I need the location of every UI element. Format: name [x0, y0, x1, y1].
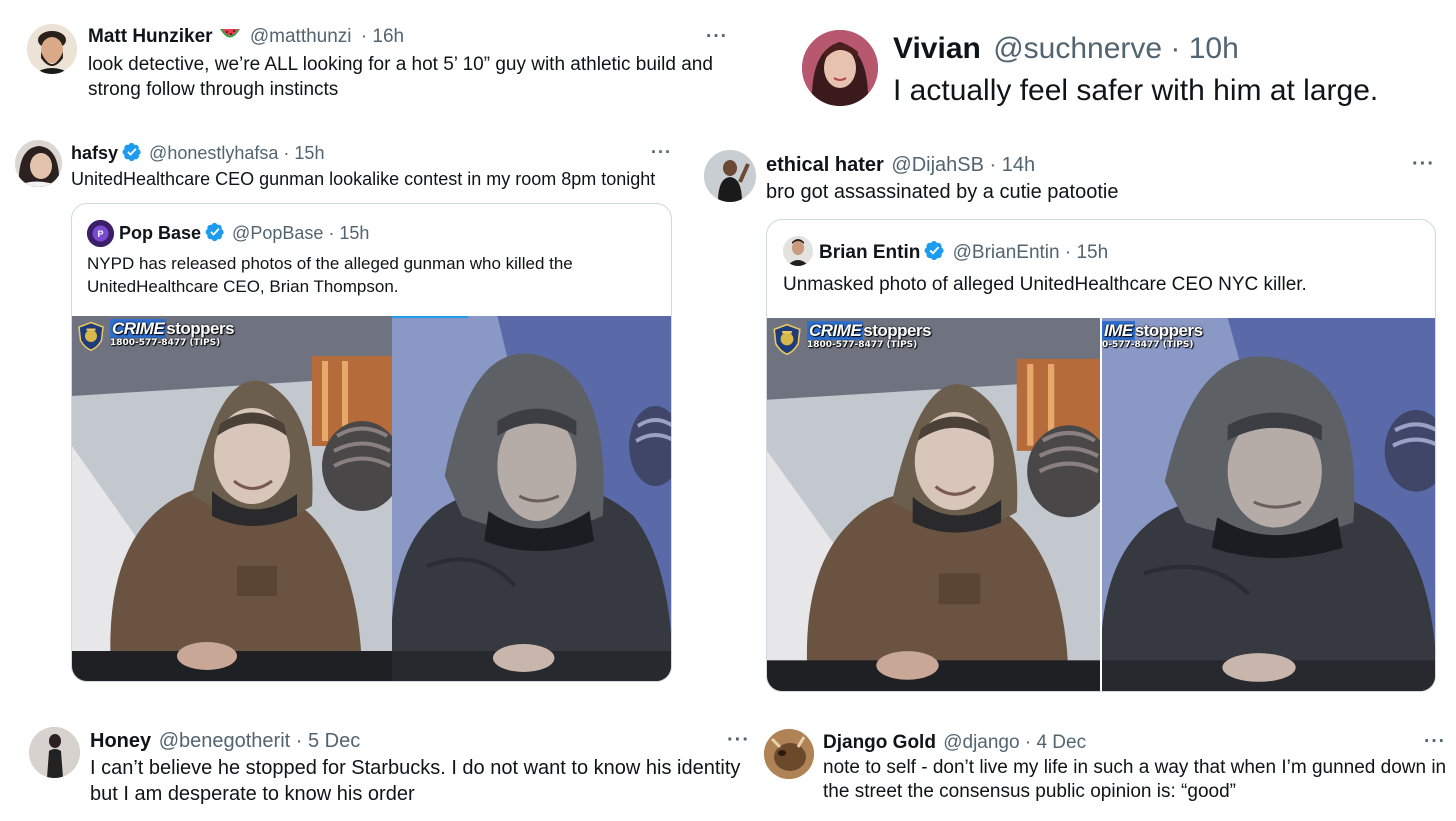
- avatar[interactable]: [802, 30, 878, 106]
- tweet-vivian[interactable]: Vivian @suchnerve · 10h I actually feel …: [770, 0, 1456, 120]
- more-options-button[interactable]: ···: [651, 142, 672, 163]
- more-options-button[interactable]: ···: [1424, 731, 1446, 753]
- tweet-text: I actually feel safer with him at large.: [893, 74, 1379, 107]
- timestamp[interactable]: · 15h: [328, 223, 369, 243]
- crimestoppers-badge: CRIME stoppers 1800-577-8477 (TIPS): [771, 321, 932, 356]
- avatar[interactable]: [764, 729, 814, 779]
- author-name[interactable]: Honey: [90, 730, 151, 752]
- more-options-button[interactable]: ···: [706, 26, 728, 48]
- quoted-tweet[interactable]: P Pop Base @PopBase · 15h NYPD has relea…: [71, 203, 672, 682]
- suspect-photo-1[interactable]: CRIME stoppers 1800-577-8477 (TIPS): [72, 316, 392, 681]
- avatar[interactable]: [783, 236, 813, 266]
- suspect-photo-2[interactable]: [392, 316, 671, 681]
- timestamp[interactable]: · 15h: [1065, 242, 1108, 263]
- crimestoppers-phone: 0-577-8477 (TIPS): [1102, 340, 1194, 350]
- photo-progress-bar: [392, 316, 468, 318]
- more-options-button[interactable]: ···: [727, 729, 750, 752]
- timestamp[interactable]: · 4 Dec: [1025, 732, 1086, 753]
- avatar-person-icon: [29, 727, 80, 778]
- author-handle[interactable]: @django: [943, 732, 1019, 753]
- timestamp[interactable]: · 5 Dec: [296, 730, 360, 752]
- author-handle[interactable]: @benegotherit: [159, 730, 291, 752]
- timestamp[interactable]: · 15h: [283, 143, 324, 163]
- tweet-hafsy[interactable]: hafsy @honestlyhafsa · 15h ··· UnitedHea…: [0, 130, 700, 690]
- author-handle[interactable]: @PopBase: [232, 223, 323, 243]
- suspect-photo-image: [392, 316, 671, 681]
- verified-badge-icon: [122, 142, 142, 162]
- tweet-django-gold[interactable]: Django Gold @django · 4 Dec ··· note to …: [760, 715, 1456, 821]
- crimestoppers-phone: 1800-577-8477 (TIPS): [110, 338, 221, 348]
- crimestoppers-badge-cropped: IME stoppers 0-577-8477 (TIPS): [1102, 321, 1203, 350]
- author-name[interactable]: Matt Hunziker: [88, 26, 213, 47]
- crimestoppers-badge: CRIME stoppers 1800-577-8477 (TIPS): [76, 319, 235, 352]
- tweet-text: I can’t believe he stopped for Starbucks…: [90, 757, 741, 805]
- crimestoppers-title: CRIME stoppers: [110, 319, 235, 338]
- author-handle[interactable]: @matthunzi: [250, 26, 352, 47]
- avatar-woman-icon: [15, 140, 62, 187]
- crimestoppers-title: CRIME stoppers: [807, 321, 932, 340]
- timestamp[interactable]: · 16h: [361, 26, 404, 47]
- watermelon-icon: [219, 26, 241, 50]
- avatar[interactable]: [15, 140, 62, 187]
- author-name[interactable]: Vivian: [893, 32, 981, 65]
- author-name[interactable]: ethical hater: [766, 154, 884, 176]
- author-name[interactable]: hafsy: [71, 143, 118, 163]
- verified-badge-icon: [205, 222, 225, 242]
- suspect-photo-image: [1102, 318, 1436, 692]
- svg-text:P: P: [97, 229, 103, 239]
- tweet-text: look detective, we’re ALL looking for a …: [88, 54, 713, 100]
- tweet-text: UnitedHealthcare CEO gunman lookalike co…: [71, 169, 656, 189]
- author-name[interactable]: Django Gold: [823, 732, 936, 753]
- avatar[interactable]: [29, 727, 80, 778]
- pop-base-logo-icon: P: [87, 220, 114, 247]
- more-options-button[interactable]: ···: [1412, 153, 1435, 176]
- avatar[interactable]: [704, 150, 756, 202]
- suspect-photo-2[interactable]: IME stoppers 0-577-8477 (TIPS): [1102, 318, 1436, 692]
- tweet-text: bro got assassinated by a cutie patootie: [766, 181, 1119, 203]
- author-name[interactable]: Pop Base: [119, 223, 201, 243]
- nypd-shield-icon: [78, 321, 104, 352]
- tweet-honey[interactable]: Honey @benegotherit · 5 Dec ··· I can’t …: [0, 715, 760, 821]
- verified-badge-icon: [924, 240, 945, 261]
- avatar-animal-icon: [764, 729, 814, 779]
- tweet-text: Unmasked photo of alleged UnitedHealthca…: [783, 274, 1307, 295]
- avatar-man-icon: [783, 236, 813, 266]
- author-handle[interactable]: @BrianEntin: [953, 242, 1060, 263]
- author-handle[interactable]: @honestlyhafsa: [149, 143, 278, 163]
- author-handle[interactable]: @suchnerve: [993, 32, 1162, 65]
- crimestoppers-phone: 1800-577-8477 (TIPS): [807, 340, 918, 350]
- tweet-text: note to self - don’t live my life in suc…: [823, 757, 1447, 802]
- suspect-photo-image: [767, 318, 1100, 692]
- suspect-photo-image: [72, 316, 392, 681]
- avatar-woman-icon: [802, 30, 878, 106]
- author-name[interactable]: Brian Entin: [819, 242, 920, 263]
- avatar[interactable]: [27, 24, 77, 74]
- avatar-man-waving-icon: [704, 150, 756, 202]
- tweet-matt-hunziker[interactable]: Matt Hunziker @matthunzi · 16h ··· look …: [0, 0, 740, 110]
- crimestoppers-title: IME stoppers: [1102, 321, 1203, 340]
- timestamp[interactable]: · 10h: [1170, 32, 1238, 65]
- tweet-text: NYPD has released photos of the alleged …: [87, 254, 573, 296]
- suspect-photo-1[interactable]: CRIME stoppers 1800-577-8477 (TIPS): [767, 318, 1100, 692]
- avatar-bearded-man-icon: [27, 24, 77, 74]
- nypd-shield-icon: [773, 323, 801, 356]
- tweet-ethical-hater[interactable]: ethical hater @DijahSB · 14h ··· bro got…: [700, 140, 1456, 700]
- author-handle[interactable]: @DijahSB: [891, 154, 984, 176]
- avatar[interactable]: P: [87, 220, 114, 247]
- timestamp[interactable]: · 14h: [990, 154, 1036, 176]
- quoted-tweet[interactable]: Brian Entin @BrianEntin · 15h Unmasked p…: [766, 219, 1436, 692]
